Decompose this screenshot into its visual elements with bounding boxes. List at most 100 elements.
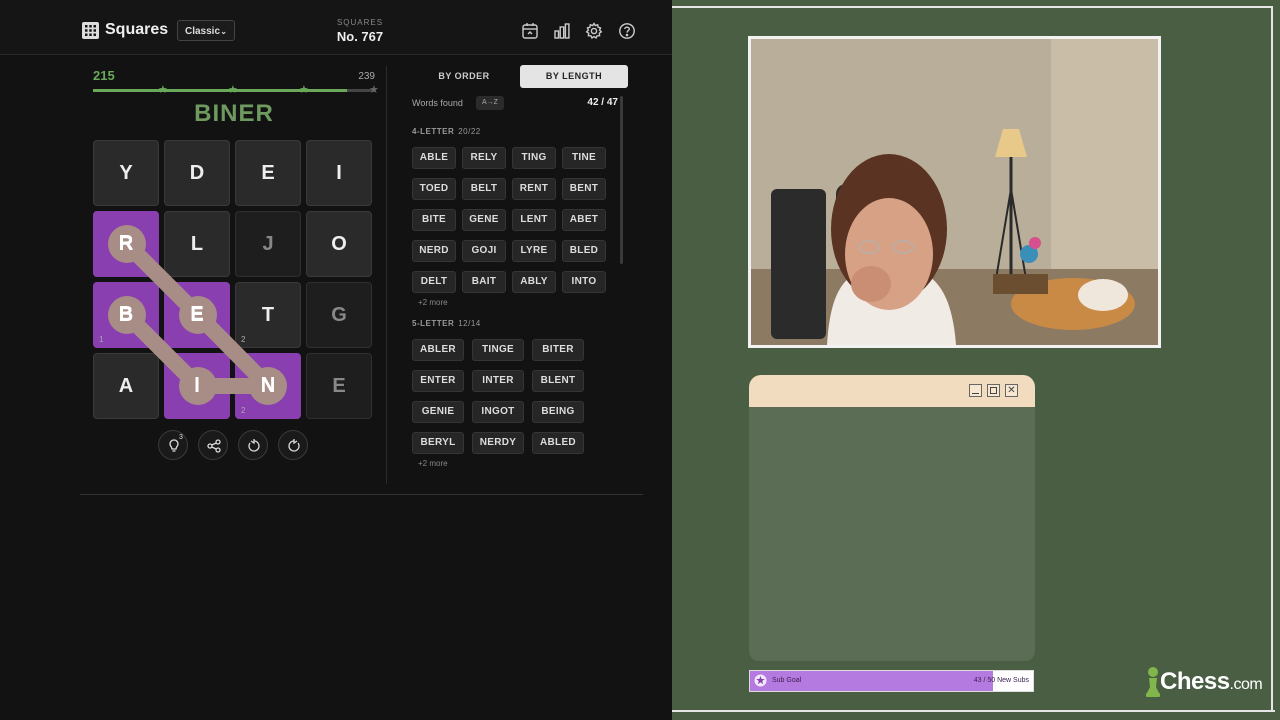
hint-button[interactable]: 3 xyxy=(158,430,188,460)
found-word-chip[interactable]: ABLE xyxy=(412,147,456,169)
redo-button[interactable] xyxy=(278,430,308,460)
word-group-title: 4-LETTER xyxy=(412,127,455,136)
grid-logo-icon xyxy=(82,22,99,39)
tile-letter: L xyxy=(190,233,204,255)
board-tile[interactable]: N2 xyxy=(235,353,301,419)
webcam-image xyxy=(751,39,1158,345)
found-word-chip[interactable]: RELY xyxy=(462,147,506,169)
board-tile[interactable]: E xyxy=(306,353,372,419)
found-word-chip[interactable]: ABET xyxy=(562,209,606,231)
words-scrollbar[interactable] xyxy=(620,96,623,264)
found-word-chip[interactable]: ENTER xyxy=(412,370,464,392)
calendar-icon[interactable] xyxy=(521,22,539,40)
found-word-chip[interactable]: INTER xyxy=(472,370,524,392)
puzzle-number: No. 767 xyxy=(336,29,384,44)
letter-board: YDEIRLJOB1ET2GAIN2E RBEIN xyxy=(93,140,375,422)
found-word-chip[interactable]: NERD xyxy=(412,240,456,262)
words-found-label: Words found xyxy=(412,98,463,108)
found-word-chip[interactable]: BEING xyxy=(532,401,584,423)
found-word-chip[interactable]: BLENT xyxy=(532,370,584,392)
tab-by-order[interactable]: BY ORDER xyxy=(412,65,516,88)
stats-icon[interactable] xyxy=(553,22,571,40)
gear-icon[interactable] xyxy=(585,22,603,40)
tile-subscript: 2 xyxy=(241,406,246,415)
board-tile[interactable]: Y xyxy=(93,140,159,206)
score-value: 215 xyxy=(93,68,115,83)
found-word-chip[interactable]: BAIT xyxy=(462,271,506,293)
found-word-chip[interactable]: INTO xyxy=(562,271,606,293)
more-words-link[interactable]: +2 more xyxy=(418,298,448,307)
found-word-chip[interactable]: ABLY xyxy=(512,271,556,293)
found-word-chip[interactable]: TING xyxy=(512,147,556,169)
tile-letter: J xyxy=(262,233,274,255)
webcam-feed xyxy=(748,36,1161,348)
found-word-chip[interactable]: BENT xyxy=(562,178,606,200)
found-word-chip[interactable]: BITE xyxy=(412,209,456,231)
board-tile[interactable]: I xyxy=(306,140,372,206)
sub-goal-progress: 43 / 50 New Subs xyxy=(973,677,1029,684)
found-word-chip[interactable]: ABLED xyxy=(532,432,584,454)
undo-icon xyxy=(248,439,260,452)
tile-letter: Y xyxy=(119,162,133,184)
board-tile[interactable]: L xyxy=(164,211,230,277)
found-word-chip[interactable]: BITER xyxy=(532,339,584,361)
more-words-link[interactable]: +2 more xyxy=(418,459,448,468)
found-word-chip[interactable]: GENE xyxy=(462,209,506,231)
found-word-chip[interactable]: GOJI xyxy=(462,240,506,262)
milestone-star-icon: ★ xyxy=(158,84,168,96)
board-tile[interactable]: G xyxy=(306,282,372,348)
found-word-chip[interactable]: LYRE xyxy=(512,240,556,262)
board-tile[interactable]: B1 xyxy=(93,282,159,348)
sort-toggle[interactable]: A→Z xyxy=(476,96,504,110)
word-group-header: 5-LETTER 12/14 xyxy=(412,319,481,328)
bottom-divider xyxy=(80,494,643,495)
found-word-chip[interactable]: TINGE xyxy=(472,339,524,361)
tile-subscript: 1 xyxy=(99,335,104,344)
board-tile[interactable]: E xyxy=(164,282,230,348)
found-word-chip[interactable]: BELT xyxy=(462,178,506,200)
found-word-chip[interactable]: BLED xyxy=(562,240,606,262)
word-group-header: 4-LETTER 20/22 xyxy=(412,127,481,136)
board-tile[interactable]: R xyxy=(93,211,159,277)
board-tile[interactable]: O xyxy=(306,211,372,277)
chat-window-body xyxy=(749,407,1035,661)
maximize-icon[interactable] xyxy=(987,384,1000,397)
share-button[interactable] xyxy=(198,430,228,460)
board-tile[interactable]: T2 xyxy=(235,282,301,348)
current-word: BINER xyxy=(194,100,274,127)
milestone-star-icon: ★ xyxy=(299,84,309,96)
word-group-count: 12/14 xyxy=(458,319,481,328)
puzzle-kicker: SQUARES xyxy=(336,18,384,27)
found-word-chip[interactable]: INGOT xyxy=(472,401,524,423)
board-tile[interactable]: A xyxy=(93,353,159,419)
milestone-star-icon: ★ xyxy=(369,84,379,96)
found-word-chip[interactable]: NERDY xyxy=(472,432,524,454)
tile-subscript: 2 xyxy=(241,335,246,344)
help-icon[interactable] xyxy=(618,22,636,40)
board-tile[interactable]: D xyxy=(164,140,230,206)
minimize-icon[interactable] xyxy=(969,384,982,397)
board-tile[interactable]: I xyxy=(164,353,230,419)
found-word-chip[interactable]: GENIE xyxy=(412,401,464,423)
close-icon[interactable]: ✕ xyxy=(1005,384,1018,397)
game-panel: Squares Classic ⌄ SQUARES No. 767 215 239… xyxy=(0,0,672,720)
pawn-logo-icon xyxy=(1146,667,1160,697)
tile-letter: O xyxy=(331,233,347,255)
found-word-chip[interactable]: DELT xyxy=(412,271,456,293)
found-word-chip[interactable]: TOED xyxy=(412,178,456,200)
board-tile[interactable]: J xyxy=(235,211,301,277)
tile-letter: A xyxy=(118,375,134,397)
found-word-chip[interactable]: ABLER xyxy=(412,339,464,361)
found-word-chip[interactable]: BERYL xyxy=(412,432,464,454)
found-word-chip[interactable]: LENT xyxy=(512,209,556,231)
mode-dropdown[interactable]: Classic ⌄ xyxy=(177,20,235,41)
milestone-star-icon: ★ xyxy=(228,84,238,96)
undo-button[interactable] xyxy=(238,430,268,460)
found-word-chip[interactable]: RENT xyxy=(512,178,556,200)
board-tile[interactable]: E xyxy=(235,140,301,206)
hint-count: 3 xyxy=(179,434,183,441)
found-word-chip[interactable]: TINE xyxy=(562,147,606,169)
tile-letter: D xyxy=(189,162,205,184)
tile-letter: T xyxy=(261,304,275,326)
tab-by-length[interactable]: BY LENGTH xyxy=(520,65,628,88)
